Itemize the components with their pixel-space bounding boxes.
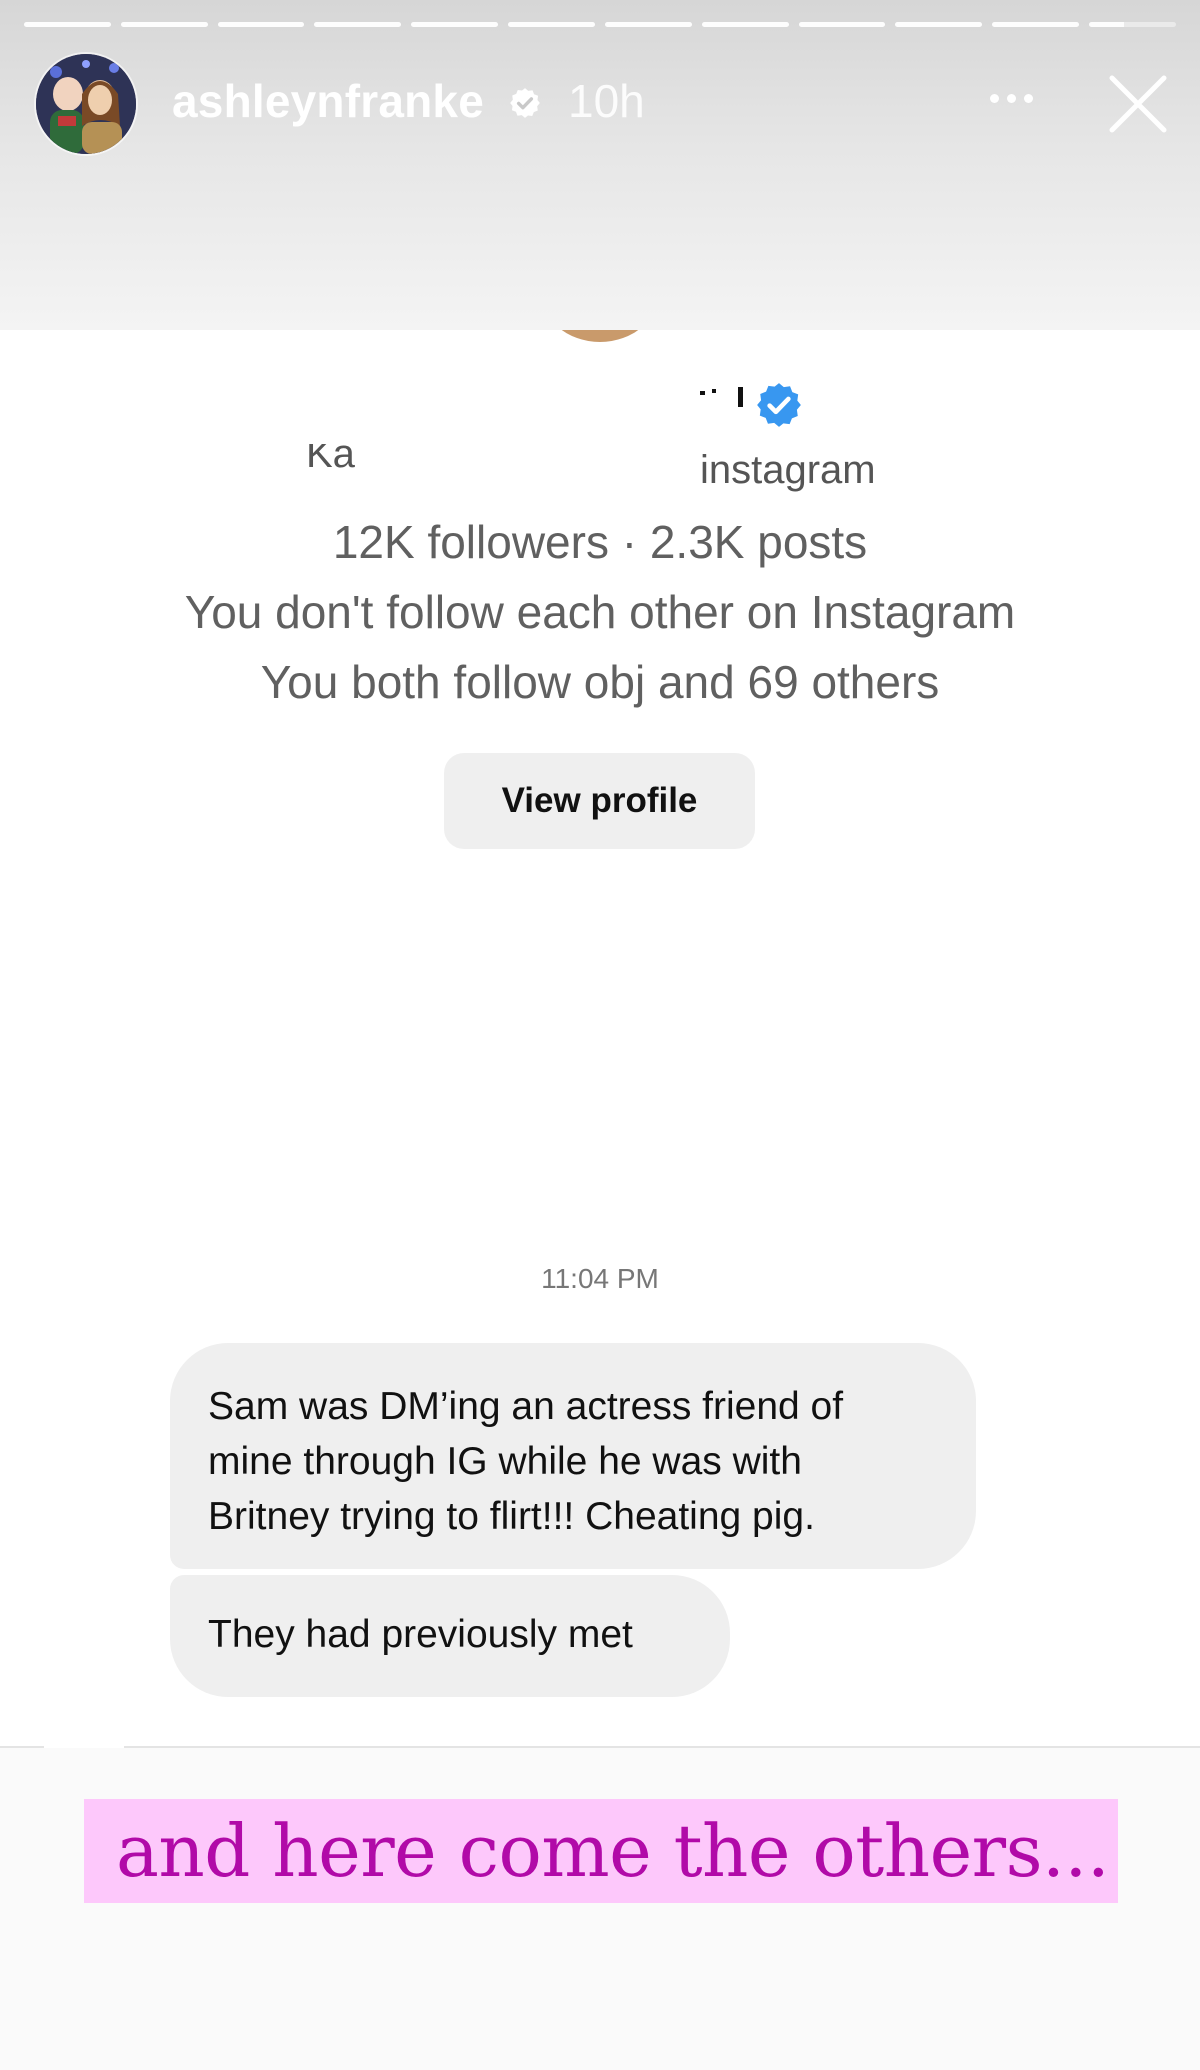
message-timestamp: 11:04 PM: [541, 1263, 659, 1294]
profile-handle: Ka instagram: [290, 444, 910, 492]
progress-segment: [217, 22, 305, 27]
message-line: Britney trying to flirt!!! Cheating pig.: [208, 1495, 815, 1538]
story-caption: and here come the others...: [116, 1809, 1110, 1893]
progress-segment: [895, 22, 983, 27]
close-icon[interactable]: [1106, 72, 1170, 136]
progress-segment-current: [1089, 22, 1176, 27]
handle-fragment-right: instagram: [700, 448, 876, 492]
mutual-followers-text: You both follow obj and 69 others: [260, 656, 940, 708]
profile-stats: 12K followers · 2.3K posts: [332, 516, 868, 568]
progress-segment: [508, 22, 595, 27]
progress-segment: [411, 22, 499, 27]
message-line: mine through IG while he was with: [208, 1440, 802, 1483]
handle-fragment-left: Ka: [306, 444, 355, 476]
message-bubble[interactable]: They had previously met: [170, 1575, 730, 1697]
progress-segment: [701, 22, 789, 27]
message-line: Sam was DM’ing an actress friend of: [208, 1385, 844, 1428]
follow-status-text: You don't follow each other on Instagram: [184, 586, 1016, 638]
story-header: [0, 0, 1200, 330]
verified-badge-icon: [508, 86, 542, 125]
progress-segment: [314, 22, 402, 27]
story-timestamp: 10h: [568, 75, 645, 127]
view-profile-button[interactable]: View profile: [444, 753, 755, 849]
progress-segment: [120, 22, 208, 27]
story-username[interactable]: ashleynfranke: [172, 74, 484, 128]
verified-badge-icon: [754, 380, 804, 435]
progress-segment: [992, 22, 1080, 27]
caption-area: [0, 1748, 1200, 2070]
story-progress-bar: [24, 22, 1176, 28]
progress-segment: [798, 22, 886, 27]
progress-segment: [24, 22, 111, 27]
progress-segment: [604, 22, 692, 27]
more-options-icon[interactable]: [990, 94, 1033, 103]
message-bubble[interactable]: Sam was DM’ing an actress friend of mine…: [170, 1343, 976, 1569]
profile-name-redacted: [700, 385, 750, 407]
avatar[interactable]: [36, 54, 136, 154]
